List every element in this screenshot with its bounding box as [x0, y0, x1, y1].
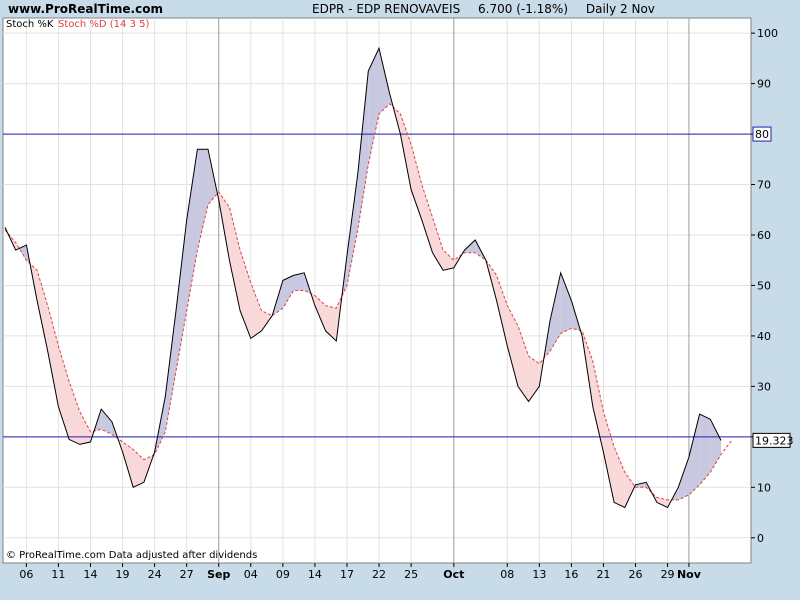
x-tick-label: 16	[564, 568, 578, 581]
x-tick-label: 24	[148, 568, 162, 581]
y-tick-label: 60	[757, 229, 771, 242]
x-tick-label: 27	[180, 568, 194, 581]
x-tick-label: 11	[51, 568, 65, 581]
y-tick-label: 100	[757, 27, 778, 40]
x-tick-label: 13	[532, 568, 546, 581]
y-axis: 01020304050607080901008019.323	[751, 27, 794, 545]
x-tick-label: 14	[308, 568, 322, 581]
legend-k: Stoch %K	[6, 19, 54, 30]
x-tick-label: 08	[500, 568, 514, 581]
x-tick-label: 26	[629, 568, 643, 581]
last-value-label: 19.323	[755, 434, 794, 447]
y-tick-label: 30	[757, 380, 771, 393]
footer-note: © ProRealTime.com Data adjusted after di…	[6, 550, 257, 561]
x-tick-label: 25	[404, 568, 418, 581]
y-tick-label: 0	[757, 532, 764, 545]
y-tick-label: 90	[757, 78, 771, 91]
x-tick-label: 09	[276, 568, 290, 581]
x-axis: 06 11 14 19 24 27 Sep 04 09 14 17 22 25 Oct 08 13 16 21 26…	[19, 563, 702, 581]
x-tick-label: 04	[244, 568, 258, 581]
y-tick-label: 70	[757, 179, 771, 192]
x-tick-label: 17	[340, 568, 354, 581]
y-tick-label: 50	[757, 279, 771, 292]
x-tick-label: Oct	[443, 568, 464, 581]
x-tick-label: 22	[372, 568, 386, 581]
y-tick-label: 10	[757, 481, 771, 494]
x-tick-label: 14	[83, 568, 97, 581]
x-tick-label: 29	[661, 568, 675, 581]
x-tick-label: 06	[19, 568, 33, 581]
y-tick-label: 40	[757, 330, 771, 343]
x-tick-label: Nov	[677, 568, 702, 581]
stochastic-chart[interactable]: 01020304050607080901008019.323 061114192…	[0, 0, 800, 600]
x-tick-label: Sep	[207, 568, 230, 581]
legend-d: Stoch %D (14 3 5)	[58, 19, 149, 30]
level-label: 80	[755, 128, 769, 141]
x-tick-label: 21	[596, 568, 610, 581]
x-tick-label: 19	[116, 568, 130, 581]
